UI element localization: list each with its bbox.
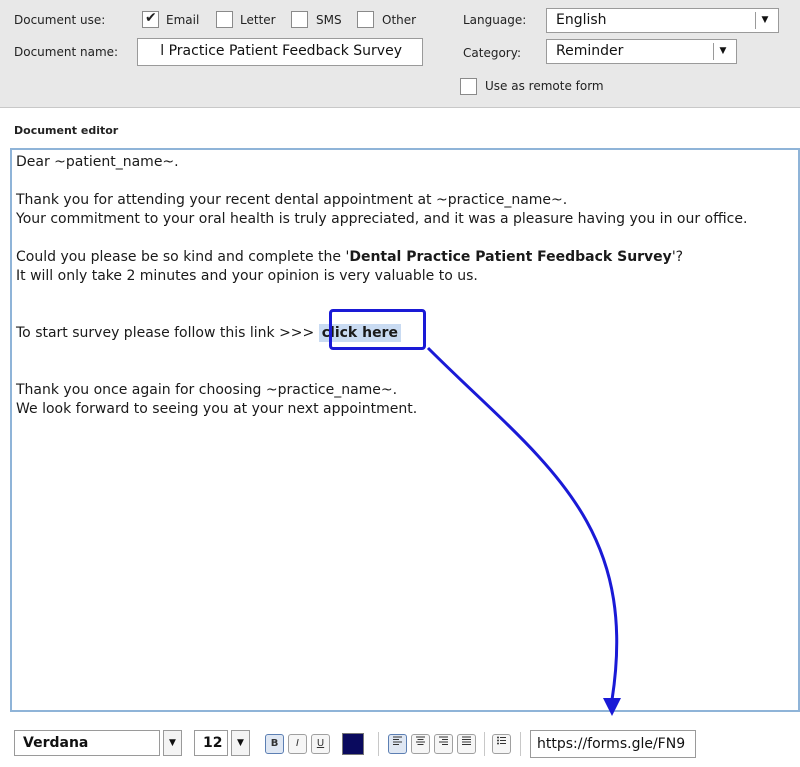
justify-icon	[462, 736, 471, 745]
bullet-list-button[interactable]	[492, 734, 511, 754]
language-value: English	[556, 12, 607, 28]
font-family-select[interactable]: Verdana	[14, 730, 160, 756]
chevron-down-icon[interactable]: ▼	[163, 730, 182, 756]
chevron-down-icon[interactable]: ▼	[713, 43, 732, 60]
commitment-line: Your commitment to your oral health is t…	[16, 211, 748, 227]
category-label: Category:	[463, 46, 521, 60]
survey-request-line: Could you please be so kind and complete…	[16, 249, 684, 265]
chevron-down-icon[interactable]: ▼	[755, 12, 774, 29]
font-size-value: 12	[203, 735, 223, 751]
language-select[interactable]: English ▼	[546, 8, 779, 33]
letter-option-label: Letter	[240, 13, 276, 27]
editor-content[interactable]: Dear ~patient_name~. Thank you for atten…	[16, 153, 747, 419]
italic-button[interactable]: I	[288, 734, 307, 754]
category-select[interactable]: Reminder ▼	[546, 39, 737, 64]
language-label: Language:	[463, 13, 527, 27]
closing-line-1: Thank you once again for choosing ~pract…	[16, 382, 398, 398]
survey-duration-line: It will only take 2 minutes and your opi…	[16, 268, 478, 284]
align-right-button[interactable]	[434, 734, 453, 754]
bullet-list-icon	[497, 736, 506, 745]
email-option-label: Email	[166, 13, 200, 27]
font-size-select[interactable]: 12	[194, 730, 228, 756]
thank-you-line: Thank you for attending your recent dent…	[16, 192, 568, 208]
closing-line-2: We look forward to seeing you at your ne…	[16, 401, 418, 417]
document-editor-title: Document editor	[14, 124, 119, 137]
remote-form-label: Use as remote form	[485, 79, 604, 93]
bold-button[interactable]: B	[265, 734, 284, 754]
font-family-value: Verdana	[23, 735, 89, 751]
greeting-line: Dear ~patient_name~.	[16, 154, 179, 170]
document-name-label: Document name:	[14, 45, 119, 59]
text-color-picker[interactable]	[342, 733, 364, 755]
other-checkbox[interactable]	[357, 11, 374, 28]
link-highlight-box	[329, 309, 426, 350]
link-url-value: https://forms.gle/FN9	[537, 736, 686, 752]
sms-option-label: SMS	[316, 13, 342, 27]
letter-checkbox[interactable]	[216, 11, 233, 28]
justify-button[interactable]	[457, 734, 476, 754]
underline-button[interactable]: U	[311, 734, 330, 754]
email-checkbox[interactable]: ✔	[142, 10, 159, 28]
document-use-label: Document use:	[14, 13, 106, 27]
document-name-input[interactable]: l Practice Patient Feedback Survey	[137, 38, 423, 66]
align-right-icon	[439, 736, 448, 745]
sms-checkbox[interactable]	[291, 11, 308, 28]
document-editor[interactable]: Dear ~patient_name~. Thank you for atten…	[10, 148, 800, 712]
remote-form-checkbox[interactable]	[460, 78, 477, 95]
format-toolbar: Verdana ▼ 12 ▼ B I U https://forms.gle/F…	[0, 716, 800, 767]
align-left-button[interactable]	[388, 734, 407, 754]
align-center-icon	[416, 736, 425, 745]
align-left-icon	[393, 736, 402, 745]
chevron-down-icon[interactable]: ▼	[231, 730, 250, 756]
document-settings-panel: Document use: ✔ Email Letter SMS Other D…	[0, 0, 800, 108]
survey-title: Dental Practice Patient Feedback Survey	[349, 249, 672, 265]
other-option-label: Other	[382, 13, 417, 27]
checkmark-icon: ✔	[145, 10, 157, 26]
align-center-button[interactable]	[411, 734, 430, 754]
document-name-value: l Practice Patient Feedback Survey	[160, 43, 402, 59]
category-value: Reminder	[556, 43, 624, 59]
link-url-input[interactable]: https://forms.gle/FN9	[530, 730, 696, 758]
